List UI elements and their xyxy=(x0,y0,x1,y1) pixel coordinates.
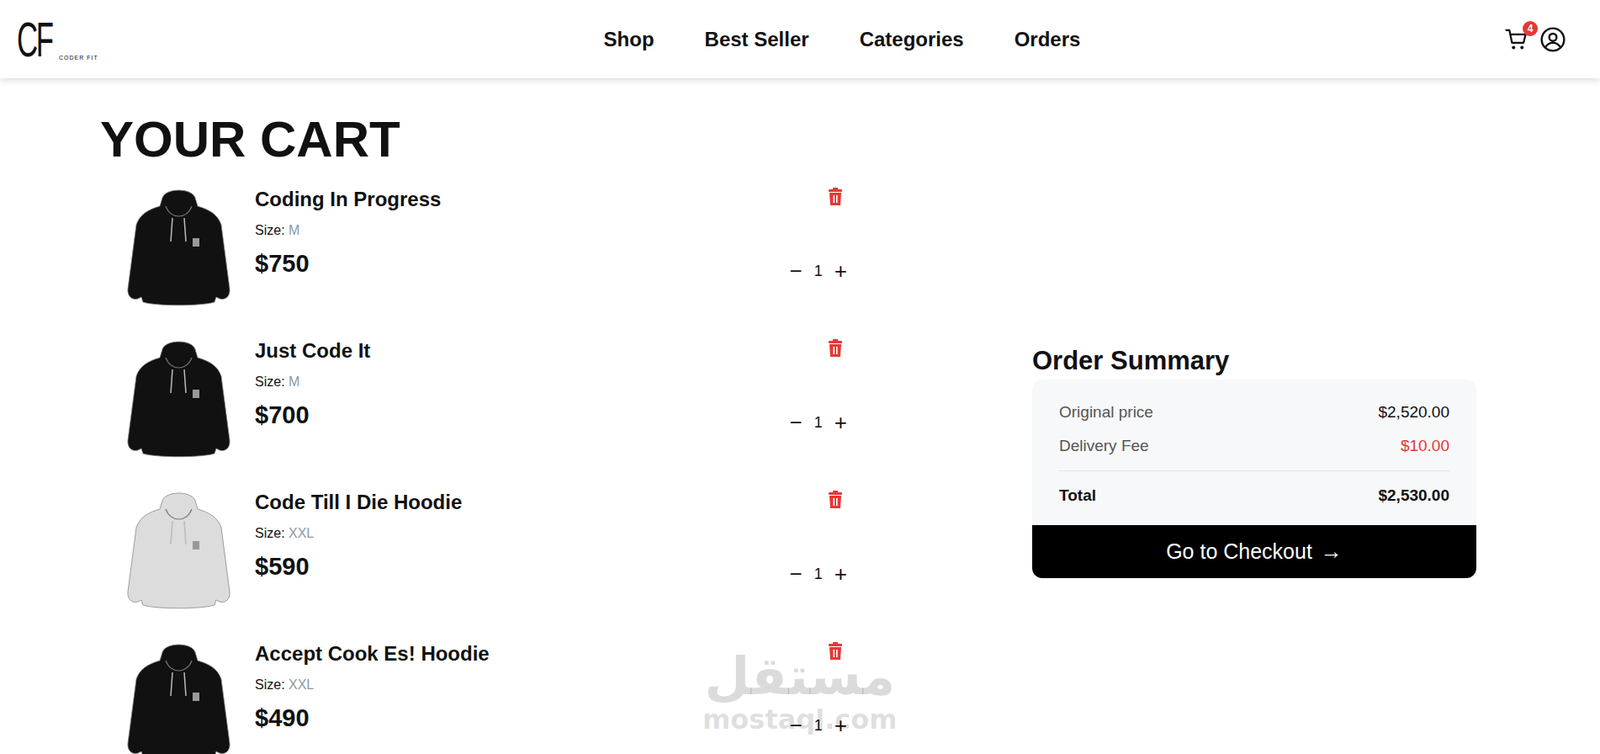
hoodie-icon xyxy=(125,185,233,308)
nav-item[interactable]: Orders xyxy=(1014,27,1081,52)
product-size: Size: XXL xyxy=(254,525,749,541)
product-price: $700 xyxy=(254,401,749,430)
product-name[interactable]: Code Till I Die Hoodie xyxy=(254,490,749,514)
cart-content: YOUR CARTCoding In ProgressSize: M$750−1… xyxy=(0,78,1600,754)
cart-item: Just Code It Size: M $700 −1 + xyxy=(125,337,848,460)
arrow-icon: → xyxy=(1320,538,1343,565)
summary-row: Original price$2,520.00 xyxy=(1059,402,1450,422)
cart-item: Accept Cook Es! Hoodie Size: XXL $490 −1 + xyxy=(125,640,848,754)
decrease-button[interactable]: − xyxy=(789,411,803,434)
decrease-button[interactable]: − xyxy=(789,259,803,282)
top-bar: CF CODER FIT Shop Best Seller Categories Orde… xyxy=(0,0,1600,79)
hoodie-icon xyxy=(125,488,233,611)
product-name[interactable]: Coding In Progress xyxy=(254,187,749,212)
cart-item: Coding In Progress Size: M $750 −1 + xyxy=(125,185,848,308)
logo-subtitle: CODER FIT xyxy=(58,54,99,64)
summary-title: Order Summary xyxy=(1032,345,1477,377)
product-image[interactable] xyxy=(125,488,233,611)
trash-icon[interactable] xyxy=(826,187,844,207)
nav-item[interactable]: Best Seller xyxy=(704,27,810,52)
quantity-stepper: −1 + xyxy=(789,411,848,434)
quantity-value: 1 xyxy=(814,262,823,281)
logo-mark: CF xyxy=(16,15,41,64)
cart-page: CF CODER FIT Shop Best Seller Categories Orde… xyxy=(0,0,1600,754)
quantity-stepper: −1 + xyxy=(789,562,848,585)
quantity-value: 1 xyxy=(814,565,823,583)
cart-list: Coding In ProgressSize: M$750−1+Just Cod… xyxy=(100,185,848,754)
increase-button[interactable]: + xyxy=(834,411,848,434)
header-actions: 4 xyxy=(1080,26,1567,53)
product-image[interactable] xyxy=(125,640,233,754)
watermark: مستقلmostaql.com xyxy=(702,647,898,735)
quantity-stepper: −1 + xyxy=(789,714,848,737)
product-size: Size: XXL xyxy=(254,677,749,693)
checkout-button[interactable]: Go to Checkout→ xyxy=(1032,524,1477,578)
increase-button[interactable]: + xyxy=(834,714,848,737)
quantity-value: 1 xyxy=(814,413,823,432)
quantity-value: 1 xyxy=(814,716,823,735)
nav-item[interactable]: Shop xyxy=(603,27,655,52)
order-summary: Order Summary Original price$2,520.00 Deli… xyxy=(1032,345,1477,578)
user-icon[interactable] xyxy=(1539,26,1567,53)
decrease-button[interactable]: − xyxy=(789,562,803,585)
product-size: Size: M xyxy=(254,222,749,239)
product-image[interactable] xyxy=(125,185,233,308)
decrease-button[interactable]: − xyxy=(789,714,803,737)
product-name[interactable]: Just Code It xyxy=(254,339,749,363)
cart-button[interactable]: 4 xyxy=(1504,26,1532,53)
page-title: YOUR CART xyxy=(100,111,1600,168)
product-price: $590 xyxy=(254,552,749,581)
main-nav: Shop Best Seller Categories Orders xyxy=(503,27,1081,52)
summary-row: Delivery Fee$10.00 xyxy=(1059,436,1450,456)
product-price: $490 xyxy=(254,704,749,732)
trash-icon[interactable] xyxy=(826,641,844,661)
cart-badge: 4 xyxy=(1522,21,1538,37)
cart-item: Code Till I Die Hoodie Size: XXL $590 −1 + xyxy=(125,488,848,611)
trash-icon[interactable] xyxy=(826,490,844,509)
product-image[interactable] xyxy=(125,337,233,460)
increase-button[interactable]: + xyxy=(834,562,848,585)
nav-item[interactable]: Categories xyxy=(859,27,965,52)
logo[interactable]: CF CODER FIT xyxy=(16,15,504,64)
trash-icon[interactable] xyxy=(826,339,844,358)
increase-button[interactable]: + xyxy=(834,259,848,282)
hoodie-icon xyxy=(125,640,233,754)
summary-total: Total$2,530.00 xyxy=(1059,470,1450,505)
product-price: $750 xyxy=(254,249,749,278)
hoodie-icon xyxy=(125,337,233,460)
product-size: Size: M xyxy=(254,374,749,390)
quantity-stepper: −1 + xyxy=(789,259,848,282)
product-name[interactable]: Accept Cook Es! Hoodie xyxy=(254,641,749,666)
